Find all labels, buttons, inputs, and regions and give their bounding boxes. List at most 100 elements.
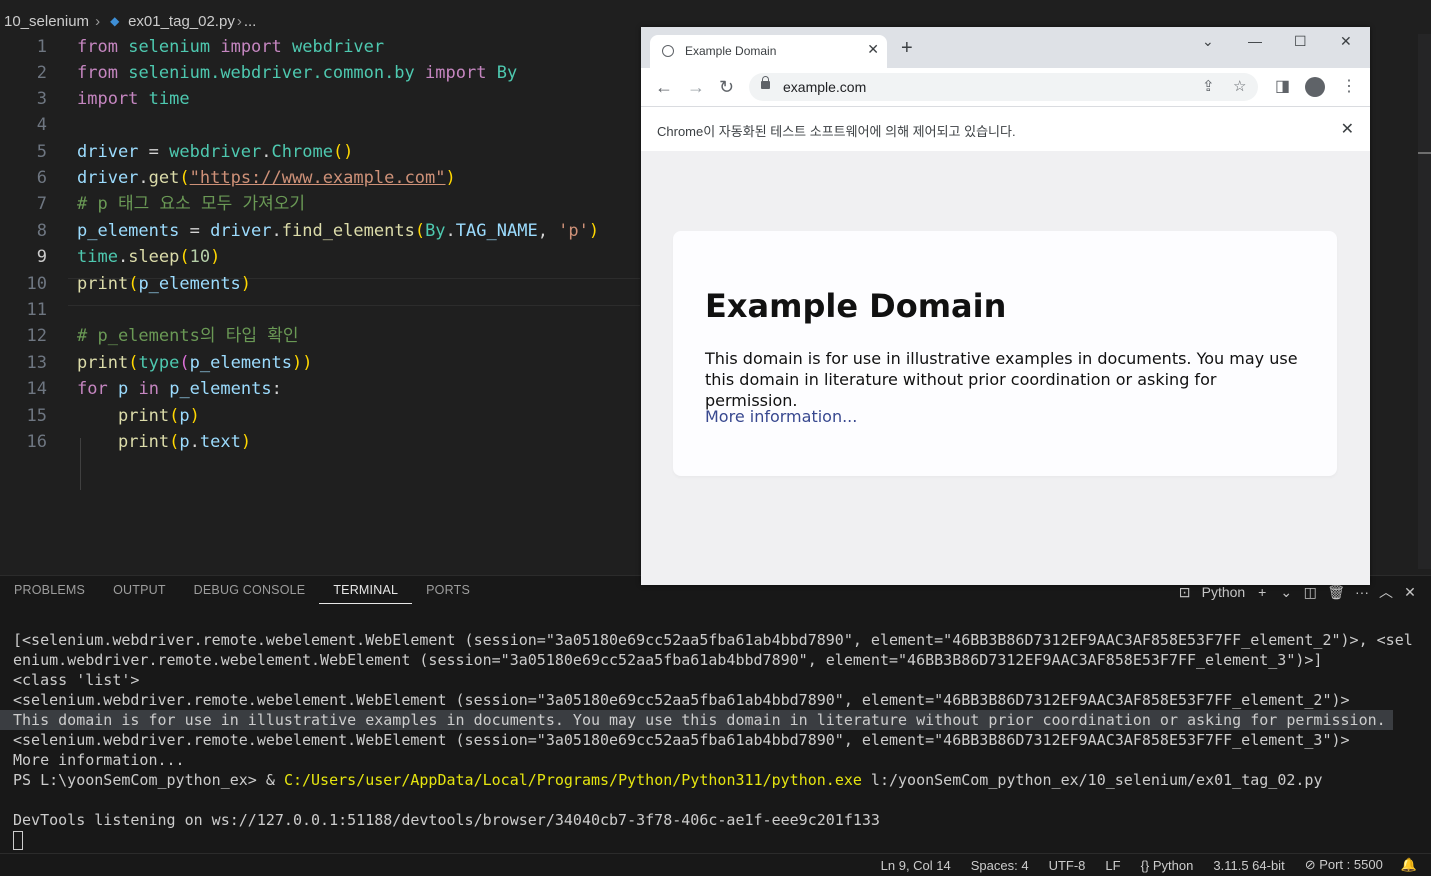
code-line: 15 print(p) <box>0 403 640 429</box>
reload-icon[interactable]: ↻ <box>719 77 734 98</box>
code-token: ( <box>179 168 190 188</box>
chevron-right-icon: › <box>236 12 242 30</box>
terminal-line: <selenium.webdriver.remote.webelement.We… <box>13 691 1350 709</box>
add-terminal-icon[interactable]: + <box>1255 584 1269 600</box>
code-token: 10 <box>189 247 211 267</box>
kebab-menu-icon[interactable]: ⋮ <box>1341 76 1357 96</box>
code-token: for <box>77 379 108 399</box>
breadcrumb-more[interactable]: ... <box>244 13 257 30</box>
close-infobar-icon[interactable]: ✕ <box>1341 119 1354 139</box>
more-actions-icon[interactable]: ··· <box>1355 584 1369 600</box>
line-number: 5 <box>36 142 47 162</box>
tab-problems[interactable]: PROBLEMS <box>0 576 99 606</box>
terminal-shell-icon: ⊡ <box>1178 583 1191 600</box>
tab-ports[interactable]: PORTS <box>412 576 484 606</box>
code-token: . <box>261 142 272 162</box>
code-token: driver <box>210 221 272 241</box>
code-token: . <box>271 221 282 241</box>
code-token: )) <box>292 353 313 373</box>
terminal-cursor-line <box>13 830 1423 850</box>
back-arrow-icon[interactable]: ← <box>655 77 673 98</box>
code-token: driver <box>77 142 139 162</box>
terminal-line: <class 'list'> <box>13 671 140 689</box>
line-number: 16 <box>26 432 47 452</box>
status-encoding[interactable]: UTF-8 <box>1039 858 1096 873</box>
python-file-icon: ◆ <box>110 14 120 28</box>
breadcrumb-file[interactable]: ex01_tag_02.py <box>128 13 235 30</box>
status-eol[interactable]: LF <box>1095 858 1130 873</box>
notifications-bell-icon[interactable]: 🔔 <box>1393 857 1431 873</box>
code-token: ( <box>128 353 139 373</box>
code-token: ( <box>128 274 139 294</box>
terminal-exe-path: C:/Users/user/AppData/Local/Programs/Pyt… <box>283 771 862 789</box>
code-token: ) <box>210 247 221 267</box>
code-token: p_elements <box>169 379 272 399</box>
close-tab-icon[interactable]: ✕ <box>867 41 879 58</box>
minimize-icon[interactable]: — <box>1248 33 1262 49</box>
tab-terminal[interactable]: TERMINAL <box>319 576 413 604</box>
line-number: 2 <box>36 63 47 83</box>
terminal-cursor <box>13 831 23 850</box>
code-line: 2 from selenium.webdriver.common.by impor… <box>0 60 640 86</box>
terminal-line: <selenium.webdriver.remote.webelement.We… <box>13 731 1350 749</box>
lock-icon[interactable] <box>761 76 770 89</box>
code-token: find_elements <box>281 221 415 241</box>
chevron-down-icon[interactable]: ⌄ <box>1279 584 1293 601</box>
automation-infobar: Chrome이 자동화된 테스트 소프트웨어에 의해 제어되고 있습니다. ✕ <box>641 106 1370 152</box>
share-icon[interactable]: ⇪ <box>1202 77 1215 95</box>
code-token: get <box>148 168 180 188</box>
terminal-output[interactable]: [<selenium.webdriver.remote.webelement.W… <box>0 630 1423 850</box>
code-token: print <box>77 353 129 373</box>
address-bar-url[interactable]: example.com <box>783 79 866 95</box>
trash-icon[interactable]: 🗑 <box>1327 584 1345 601</box>
code-line: 4 <box>0 112 640 138</box>
profile-avatar-icon[interactable] <box>1305 77 1325 97</box>
star-bookmark-icon[interactable]: ☆ <box>1233 77 1246 95</box>
split-terminal-icon[interactable]: ◫ <box>1303 584 1317 601</box>
code-token: from <box>77 63 118 83</box>
code-line: 6 driver.get("https://www.example.com") <box>0 165 640 191</box>
close-window-icon[interactable]: ✕ <box>1340 33 1352 50</box>
scrollbar[interactable] <box>1418 34 1431 569</box>
code-token: from <box>77 37 118 57</box>
tab-output[interactable]: OUTPUT <box>99 576 180 606</box>
code-token: webdriver <box>169 142 262 162</box>
tab-debug-console[interactable]: DEBUG CONSOLE <box>180 576 320 606</box>
terminal-shell-label[interactable]: Python <box>1202 584 1246 600</box>
status-interpreter[interactable]: 3.11.5 64-bit <box>1203 858 1294 873</box>
forward-arrow-icon[interactable]: → <box>687 77 705 98</box>
breadcrumb-folder[interactable]: 10_selenium <box>0 13 93 30</box>
code-token: p_elements <box>77 221 180 241</box>
address-bar[interactable]: example.com ⇪ ☆ <box>749 73 1258 101</box>
maximize-icon[interactable]: ☐ <box>1294 33 1307 50</box>
terminal-line: More information... <box>13 751 185 769</box>
code-token: By <box>425 221 446 241</box>
code-token: p <box>179 406 190 426</box>
new-tab-icon[interactable]: + <box>901 37 913 60</box>
status-cursor-position[interactable]: Ln 9, Col 14 <box>871 858 961 873</box>
code-line: 11 <box>0 297 640 323</box>
side-panel-icon[interactable]: ◨ <box>1275 76 1290 96</box>
status-live-server[interactable]: ⊘ Port : 5500 <box>1295 857 1393 873</box>
status-indentation[interactable]: Spaces: 4 <box>961 858 1039 873</box>
maximize-panel-icon[interactable]: ︿ <box>1379 582 1393 602</box>
code-line: 5 driver = webdriver.Chrome() <box>0 139 640 165</box>
code-token: selenium.webdriver.common.by <box>128 63 415 83</box>
terminal-line: [<selenium.webdriver.remote.webelement.W… <box>13 631 1413 649</box>
more-information-link[interactable]: More information... <box>705 407 857 426</box>
code-token: : <box>271 379 282 399</box>
close-panel-icon[interactable]: ✕ <box>1403 584 1417 601</box>
browser-tab[interactable]: Example Domain ✕ <box>650 35 887 68</box>
code-line: 9 time.sleep(10) <box>0 244 640 270</box>
code-token: . <box>117 247 129 267</box>
panel-tabs: PROBLEMS OUTPUT DEBUG CONSOLE TERMINAL P… <box>0 576 484 606</box>
status-language[interactable]: {} Python <box>1131 858 1204 873</box>
scrollbar-marker <box>1418 152 1431 154</box>
line-number: 3 <box>36 89 47 109</box>
code-token: . <box>189 432 200 452</box>
line-number: 15 <box>26 406 47 426</box>
code-token: ( <box>179 353 190 373</box>
tab-search-chevron-icon[interactable]: ⌄ <box>1202 33 1214 50</box>
line-number: 9 <box>36 247 47 267</box>
code-editor[interactable]: 1 from selenium import webdriver 2 from se… <box>0 34 640 574</box>
